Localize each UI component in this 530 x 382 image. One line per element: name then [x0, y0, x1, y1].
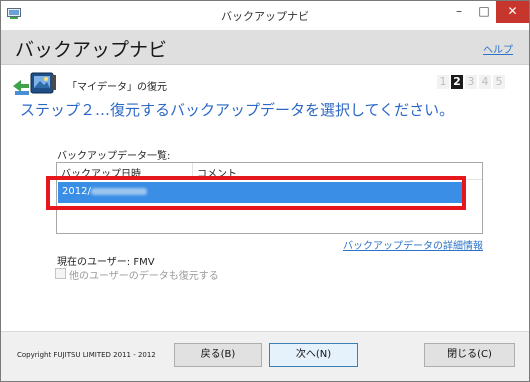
step-number-3: 3 — [465, 75, 477, 89]
app-header: バックアップナビ ヘルプ — [1, 30, 529, 65]
restore-others-checkbox[interactable] — [55, 268, 66, 279]
section-label: 「マイデータ」の復元 — [67, 82, 167, 93]
current-user-label: 現在のユーザー: FMV — [57, 257, 155, 268]
close-window-button[interactable]: ✕ — [496, 1, 529, 23]
main-content: 「マイデータ」の復元 1 2 3 4 5 ステップ２…復元するバックアップデータ… — [1, 65, 529, 331]
copyright-text: Copyright FUJITSU LIMITED 2011 - 2012 — [17, 351, 156, 359]
step-number-2-active: 2 — [451, 75, 463, 89]
close-button[interactable]: 閉じる(C) — [424, 343, 515, 367]
backup-list-caption: バックアップデータ一覧: — [57, 151, 171, 162]
step-number-4: 4 — [479, 75, 491, 89]
step-number-1: 1 — [437, 75, 449, 89]
next-button[interactable]: 次へ(N) — [269, 343, 358, 367]
restore-others-label: 他のユーザーのデータも復元する — [69, 271, 219, 282]
minimize-button[interactable]: – — [446, 1, 472, 23]
footer: Copyright FUJITSU LIMITED 2011 - 2012 戻る… — [1, 331, 529, 381]
step-number-5: 5 — [493, 75, 505, 89]
highlight-frame — [46, 176, 466, 210]
back-button[interactable]: 戻る(B) — [174, 343, 262, 367]
maximize-button[interactable]: □ — [471, 1, 497, 23]
backup-details-link[interactable]: バックアップデータの詳細情報 — [343, 237, 483, 252]
app-title: バックアップナビ — [15, 39, 168, 61]
step-indicator: 1 2 3 4 5 — [437, 75, 505, 89]
title-bar[interactable]: バックアップナビ – □ ✕ — [1, 1, 529, 30]
backup-navi-window: バックアップナビ – □ ✕ バックアップナビ ヘルプ 「マイデータ」の復元 1… — [0, 0, 530, 382]
step-title: ステップ２…復元するバックアップデータを選択してください。 — [20, 101, 455, 119]
photo-restore-icon — [11, 72, 59, 96]
help-link[interactable]: ヘルプ — [483, 41, 513, 56]
